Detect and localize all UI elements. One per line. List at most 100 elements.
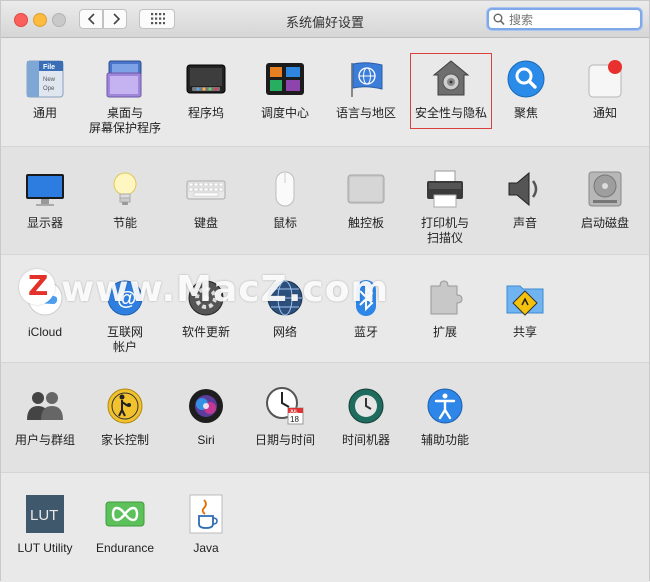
pane-network[interactable]: 网络 <box>245 278 325 340</box>
pane-label: 软件更新 <box>181 325 230 339</box>
keyboard-icon <box>186 169 226 209</box>
close-window-button[interactable] <box>14 13 28 27</box>
time-machine-icon <box>346 386 386 426</box>
chevron-right-icon <box>113 13 121 25</box>
pane-notifications[interactable]: 通知 <box>565 59 645 121</box>
grid-icon <box>151 13 165 25</box>
pane-label: 触控板 <box>347 216 384 230</box>
pane-label: 桌面与 屏幕保护程序 <box>88 106 161 135</box>
pane-label: 家长控制 <box>100 433 149 447</box>
pane-time-machine[interactable]: 时间机器 <box>326 386 406 448</box>
pane-displays[interactable]: 显示器 <box>5 169 85 231</box>
trackpad-icon <box>346 169 386 209</box>
pane-label: 调度中心 <box>260 106 309 120</box>
pane-label: 鼠标 <box>272 216 297 230</box>
mouse-icon <box>265 169 305 209</box>
date-time-icon: JUL 18 <box>265 386 305 426</box>
pane-icloud[interactable]: iCloud <box>5 278 85 340</box>
show-all-button[interactable] <box>139 9 175 29</box>
pane-label: 声音 <box>512 216 537 230</box>
pane-printers-scanners[interactable]: 打印机与 扫描仪 <box>405 169 485 246</box>
pane-label: 聚焦 <box>513 106 538 120</box>
pane-extensions[interactable]: 扩展 <box>405 278 485 340</box>
pane-label: 通知 <box>592 106 617 120</box>
pane-general[interactable]: File New Ope 通用 <box>5 59 85 121</box>
language-region-icon <box>346 59 386 99</box>
pane-lut-utility[interactable]: LUT LUT Utility <box>5 494 85 556</box>
back-button[interactable] <box>79 9 103 29</box>
pane-label: 程序坞 <box>187 106 224 120</box>
mission-control-icon <box>265 59 305 99</box>
parental-controls-icon <box>105 386 145 426</box>
search-icon <box>493 13 505 26</box>
network-icon <box>265 278 305 318</box>
pane-sharing[interactable]: 共享 <box>485 278 565 340</box>
pane-language-region[interactable]: 语言与地区 <box>326 59 406 121</box>
pane-software-update[interactable]: 软件更新 <box>166 278 246 340</box>
pane-internet-accounts[interactable]: @ 互联网 帐户 <box>85 278 165 355</box>
pane-siri[interactable]: Siri <box>166 386 246 448</box>
general-icon: File New Ope <box>25 59 65 99</box>
dock-icon <box>186 59 226 99</box>
pane-label: 显示器 <box>26 216 63 230</box>
pane-spotlight[interactable]: 聚焦 <box>486 59 566 121</box>
pane-startup-disk[interactable]: 启动磁盘 <box>565 169 645 231</box>
pane-label: 共享 <box>512 325 537 339</box>
java-icon <box>186 494 226 534</box>
pane-parental-controls[interactable]: 家长控制 <box>85 386 165 448</box>
pane-sound[interactable]: 声音 <box>485 169 565 231</box>
pane-mission-control[interactable]: 调度中心 <box>245 59 325 121</box>
minimize-window-button[interactable] <box>33 13 47 27</box>
pane-desktop-screensaver[interactable]: 桌面与 屏幕保护程序 <box>85 59 165 136</box>
highlight-box <box>410 53 492 129</box>
general-icon-file: File <box>43 64 55 71</box>
search-input[interactable] <box>507 10 639 30</box>
pane-label: LUT Utility <box>17 541 73 555</box>
internet-accounts-icon: @ <box>105 278 145 318</box>
software-update-icon <box>186 278 226 318</box>
pane-label: Java <box>193 541 219 555</box>
pane-trackpad[interactable]: 触控板 <box>326 169 406 231</box>
pane-energy-saver[interactable]: 节能 <box>85 169 165 231</box>
desktop-screensaver-icon <box>105 59 145 99</box>
pane-label: 网络 <box>272 325 297 339</box>
pane-label: 时间机器 <box>341 433 390 447</box>
pane-bluetooth[interactable]: 蓝牙 <box>326 278 406 340</box>
sound-icon <box>505 169 545 209</box>
pane-accessibility[interactable]: 辅助功能 <box>405 386 485 448</box>
sharing-icon <box>505 278 545 318</box>
accessibility-icon <box>425 386 465 426</box>
spotlight-icon <box>506 59 546 99</box>
pane-label: 通用 <box>32 106 57 120</box>
pane-label: 打印机与 扫描仪 <box>420 216 469 245</box>
energy-saver-icon <box>105 169 145 209</box>
general-icon-ope: Ope <box>43 86 55 92</box>
pane-users-groups[interactable]: 用户与群组 <box>5 386 85 448</box>
lut-icon-text: LUT <box>30 507 58 524</box>
pane-endurance[interactable]: Endurance <box>85 494 165 556</box>
svg-text:@: @ <box>117 288 137 310</box>
pane-mouse[interactable]: 鼠标 <box>245 169 325 231</box>
pane-java[interactable]: Java <box>166 494 246 556</box>
search-field[interactable] <box>487 8 642 30</box>
pane-date-time[interactable]: JUL 18 日期与时间 <box>245 386 325 448</box>
printer-icon <box>425 169 465 209</box>
pane-label: iCloud <box>27 325 63 339</box>
forward-button[interactable] <box>103 9 127 29</box>
title-bar: 系统偏好设置 <box>1 1 649 38</box>
endurance-icon <box>105 494 145 534</box>
calendar-month-text: JUL <box>290 409 299 414</box>
pane-dock[interactable]: 程序坞 <box>166 59 246 121</box>
icloud-icon <box>25 278 65 318</box>
zoom-window-button[interactable] <box>52 13 66 27</box>
system-preferences-window: 系统偏好设置 File New Ope 通用 <box>0 0 650 582</box>
users-groups-icon <box>25 386 65 426</box>
pane-label: 日期与时间 <box>254 433 315 447</box>
general-icon-new: New <box>43 77 56 83</box>
pane-label: Siri <box>197 433 215 447</box>
pane-label: Endurance <box>95 541 155 555</box>
pane-label: 用户与群组 <box>14 433 75 447</box>
bluetooth-icon <box>346 278 386 318</box>
calendar-day-text: 18 <box>290 415 299 424</box>
pane-keyboard[interactable]: 键盘 <box>166 169 246 231</box>
